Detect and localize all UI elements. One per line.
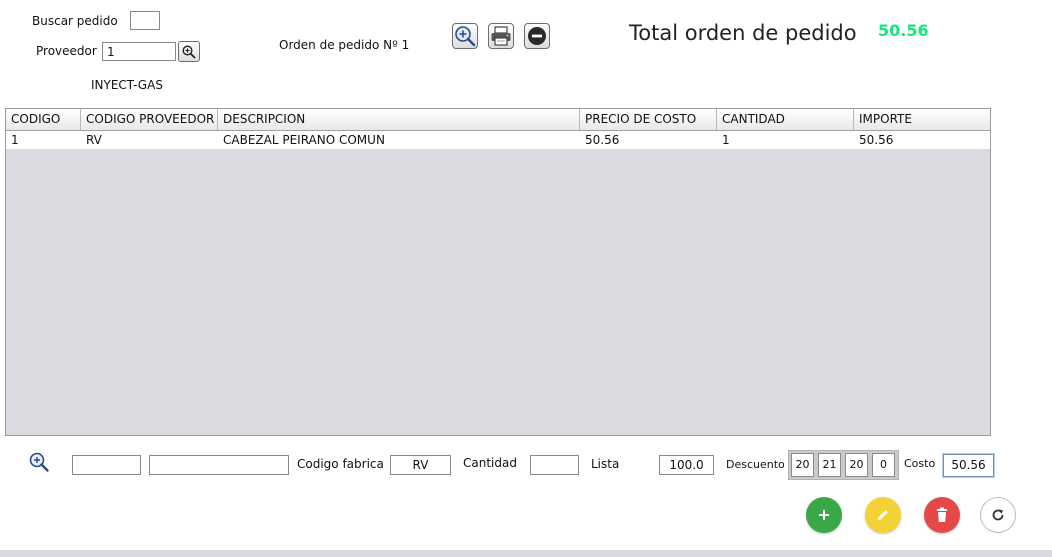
print-button[interactable] bbox=[488, 23, 514, 49]
zoom-button[interactable] bbox=[452, 23, 478, 49]
cost-label: Costo bbox=[904, 457, 936, 470]
supplier-input[interactable]: 1 bbox=[102, 42, 176, 61]
column-header-codigo-proveedor[interactable]: CODIGO PROVEEDOR bbox=[81, 109, 218, 130]
search-order-input[interactable] bbox=[130, 11, 160, 30]
cost-input[interactable]: 50.56 bbox=[943, 454, 994, 477]
delete-button[interactable] bbox=[924, 497, 960, 533]
quantity-label: Cantidad bbox=[463, 456, 517, 470]
column-header-precio-de-costo[interactable]: PRECIO DE COSTO bbox=[580, 109, 717, 130]
discount-3-input[interactable]: 20 bbox=[845, 453, 868, 477]
table-header: CODIGO CODIGO PROVEEDOR DESCRIPCION PREC… bbox=[6, 109, 990, 131]
supplier-label: Proveedor bbox=[36, 44, 97, 58]
column-header-codigo[interactable]: CODIGO bbox=[6, 109, 81, 130]
bottom-border bbox=[0, 550, 1052, 557]
column-header-cantidad[interactable]: CANTIDAD bbox=[717, 109, 854, 130]
item-search-button[interactable] bbox=[28, 451, 50, 473]
refresh-button[interactable] bbox=[980, 497, 1016, 533]
order-items-table[interactable]: CODIGO CODIGO PROVEEDOR DESCRIPCION PREC… bbox=[5, 108, 991, 436]
factory-code-input[interactable]: RV bbox=[390, 455, 451, 475]
zoom-in-icon bbox=[29, 452, 49, 472]
discount-1-input[interactable]: 20 bbox=[791, 453, 814, 477]
zoom-in-icon bbox=[182, 44, 196, 59]
total-value: 50.56 bbox=[878, 21, 929, 40]
order-number-label: Orden de pedido Nº 1 bbox=[279, 38, 410, 52]
pencil-icon bbox=[878, 510, 888, 520]
minus-circle-icon bbox=[528, 27, 546, 45]
cell-descripcion: CABEZAL PEIRANO COMUN bbox=[223, 133, 385, 147]
list-label: Lista bbox=[591, 457, 620, 471]
discount-label: Descuento bbox=[726, 458, 785, 471]
quantity-input[interactable] bbox=[530, 455, 579, 475]
factory-code-label: Codigo fabrica bbox=[297, 457, 384, 471]
cell-codigo: 1 bbox=[11, 133, 19, 147]
cell-importe: 50.56 bbox=[859, 133, 894, 147]
trash-icon bbox=[937, 507, 947, 522]
search-order-label: Buscar pedido bbox=[32, 14, 118, 28]
supplier-search-button[interactable] bbox=[178, 41, 200, 62]
refresh-icon bbox=[992, 509, 1004, 521]
column-header-descripcion[interactable]: DESCRIPCION bbox=[218, 109, 580, 130]
zoom-in-icon bbox=[455, 26, 476, 47]
column-header-importe[interactable]: IMPORTE bbox=[854, 109, 990, 130]
add-button[interactable] bbox=[806, 497, 842, 533]
item-description-input[interactable] bbox=[149, 455, 289, 475]
list-price-input[interactable]: 100.0 bbox=[659, 455, 714, 475]
discount-2-input[interactable]: 21 bbox=[818, 453, 841, 477]
printer-icon bbox=[491, 26, 511, 46]
discount-4-input[interactable]: 0 bbox=[872, 453, 895, 477]
table-row[interactable]: 1 RV CABEZAL PEIRANO COMUN 50.56 1 50.56 bbox=[6, 131, 990, 149]
supplier-name: INYECT-GAS bbox=[91, 78, 163, 92]
plus-icon bbox=[819, 510, 829, 520]
cell-cantidad: 1 bbox=[722, 133, 730, 147]
cell-codigo-proveedor: RV bbox=[86, 133, 102, 147]
total-label: Total orden de pedido bbox=[629, 21, 857, 45]
edit-button[interactable] bbox=[865, 497, 901, 533]
item-code-input[interactable] bbox=[72, 455, 141, 475]
cell-precio-de-costo: 50.56 bbox=[585, 133, 620, 147]
remove-button[interactable] bbox=[524, 23, 550, 49]
